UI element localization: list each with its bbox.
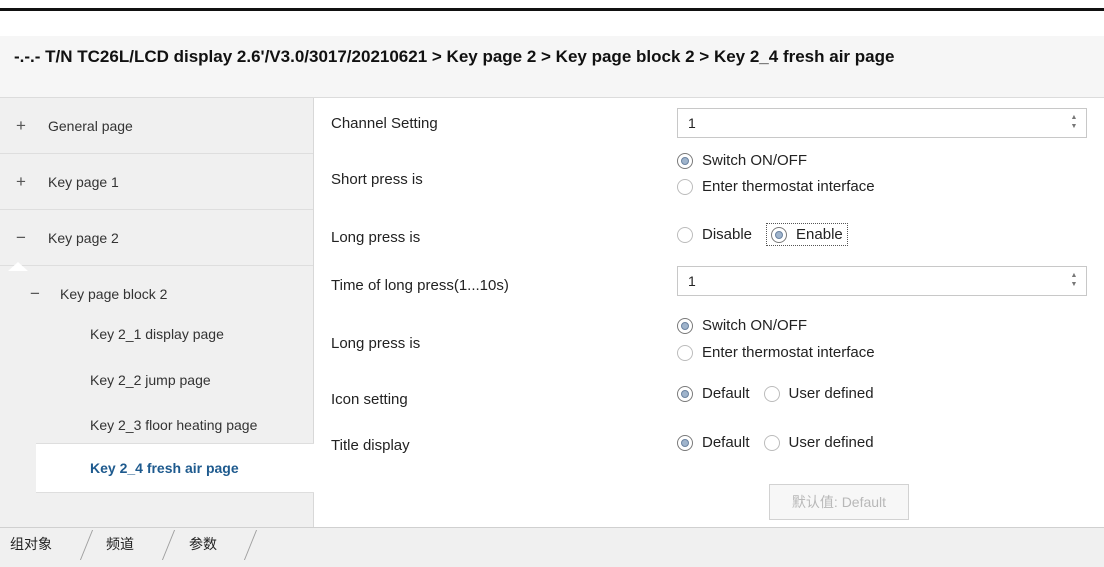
expand-icon[interactable]: + <box>16 172 34 192</box>
bottom-tab-bar: 组对象 频道 参数 <box>0 527 1104 567</box>
icon-setting-radio-group: Default User defined <box>677 385 888 402</box>
long-press-label: Long press is <box>331 229 421 246</box>
tab-group-objects[interactable]: 组对象 <box>10 534 52 554</box>
tab-separator <box>161 530 176 560</box>
tab-separator <box>243 530 258 560</box>
title-display-option-default[interactable]: Default <box>677 434 750 451</box>
sidebar-item-label: Key 2_3 floor heating page <box>90 417 258 433</box>
sidebar-item-key-2-1-display-page[interactable]: Key 2_1 display page <box>0 310 313 358</box>
option-label: Switch ON/OFF <box>702 152 808 169</box>
radio-checked-icon[interactable] <box>677 434 693 451</box>
sidebar-item-general-page[interactable]: + General page <box>0 98 313 154</box>
long-press-option-disable[interactable]: Disable <box>677 226 752 243</box>
radio-unchecked-icon[interactable] <box>763 385 780 402</box>
parameter-panel: Channel Setting 1 ▲ ▼ Short press is Swit… <box>315 98 1104 527</box>
long-press-radio-group: Disable Enable <box>677 223 862 246</box>
radio-checked-icon[interactable] <box>771 226 788 243</box>
tab-separator <box>79 530 94 560</box>
radio-checked-icon[interactable] <box>677 152 693 169</box>
icon-setting-option-default[interactable]: Default <box>677 385 750 402</box>
long-press-action-option-thermostat[interactable]: Enter thermostat interface <box>677 344 875 361</box>
default-button[interactable]: 默认值: Default <box>769 484 909 520</box>
option-label: User defined <box>788 434 874 451</box>
sidebar-item-label: Key 2_4 fresh air page <box>90 460 239 476</box>
long-press-action-option-switch[interactable]: Switch ON/OFF <box>677 317 807 334</box>
tree-notch <box>8 262 28 271</box>
radio-unchecked-icon[interactable] <box>677 178 693 195</box>
long-press-action-label: Long press is <box>331 335 421 352</box>
collapse-icon[interactable]: − <box>16 228 34 248</box>
sidebar-item-label: Key page block 2 <box>60 286 168 302</box>
long-press-option-enable[interactable]: Enable <box>766 223 848 246</box>
icon-setting-label: Icon setting <box>331 391 408 408</box>
collapse-icon[interactable]: − <box>30 284 48 304</box>
top-rule <box>0 8 1104 11</box>
spin-arrows-icon[interactable]: ▲ ▼ <box>1070 113 1078 131</box>
sidebar-item-label: Key page 2 <box>48 229 119 246</box>
breadcrumb: -.-.- T/N TC26L/LCD display 2.6'/V3.0/30… <box>0 36 1104 98</box>
option-label: Switch ON/OFF <box>702 317 808 334</box>
sidebar-item-key-2-4-fresh-air-page[interactable]: Key 2_4 fresh air page <box>36 443 314 493</box>
short-press-label: Short press is <box>331 171 423 188</box>
long-press-time-value: 1 <box>688 273 696 289</box>
radio-unchecked-icon[interactable] <box>763 434 780 451</box>
radio-unchecked-icon[interactable] <box>677 226 693 243</box>
sidebar-item-label: Key page 1 <box>48 173 119 190</box>
expand-icon[interactable]: + <box>16 116 34 136</box>
radio-checked-icon[interactable] <box>677 317 693 334</box>
sidebar-item-label: Key 2_1 display page <box>90 326 224 342</box>
radio-unchecked-icon[interactable] <box>677 344 693 361</box>
sidebar: + General page + Key page 1 − Key page 2… <box>0 98 314 527</box>
tab-channel[interactable]: 频道 <box>106 534 134 554</box>
long-press-time-label: Time of long press(1...10s) <box>331 277 509 294</box>
radio-checked-icon[interactable] <box>677 385 693 402</box>
option-label: Default <box>702 434 750 451</box>
short-press-option-switch[interactable]: Switch ON/OFF <box>677 152 807 169</box>
icon-setting-option-user-defined[interactable]: User defined <box>763 385 874 402</box>
channel-setting-spinbox[interactable]: 1 ▲ ▼ <box>677 108 1087 138</box>
sidebar-item-label: Key 2_2 jump page <box>90 372 211 388</box>
sidebar-item-key-2-3-floor-heating-page[interactable]: Key 2_3 floor heating page <box>0 401 313 449</box>
option-label: Enter thermostat interface <box>702 344 875 361</box>
sidebar-item-key-page-1[interactable]: + Key page 1 <box>0 154 313 210</box>
option-label: Disable <box>702 226 753 243</box>
short-press-option-thermostat[interactable]: Enter thermostat interface <box>677 178 875 195</box>
sidebar-item-label: General page <box>48 117 133 134</box>
channel-setting-label: Channel Setting <box>331 115 438 132</box>
title-display-option-user-defined[interactable]: User defined <box>763 434 874 451</box>
sidebar-item-key-page-2[interactable]: − Key page 2 <box>0 210 313 266</box>
title-display-label: Title display <box>331 437 410 454</box>
channel-setting-value: 1 <box>688 115 696 131</box>
option-label: Enable <box>796 226 843 243</box>
tab-parameters[interactable]: 参数 <box>189 534 217 554</box>
sidebar-item-key-2-2-jump-page[interactable]: Key 2_2 jump page <box>0 356 313 404</box>
spin-arrows-icon[interactable]: ▲ ▼ <box>1070 271 1078 289</box>
title-display-radio-group: Default User defined <box>677 434 888 451</box>
long-press-time-spinbox[interactable]: 1 ▲ ▼ <box>677 266 1087 296</box>
option-label: User defined <box>788 385 874 402</box>
option-label: Enter thermostat interface <box>702 178 875 195</box>
option-label: Default <box>702 385 750 402</box>
